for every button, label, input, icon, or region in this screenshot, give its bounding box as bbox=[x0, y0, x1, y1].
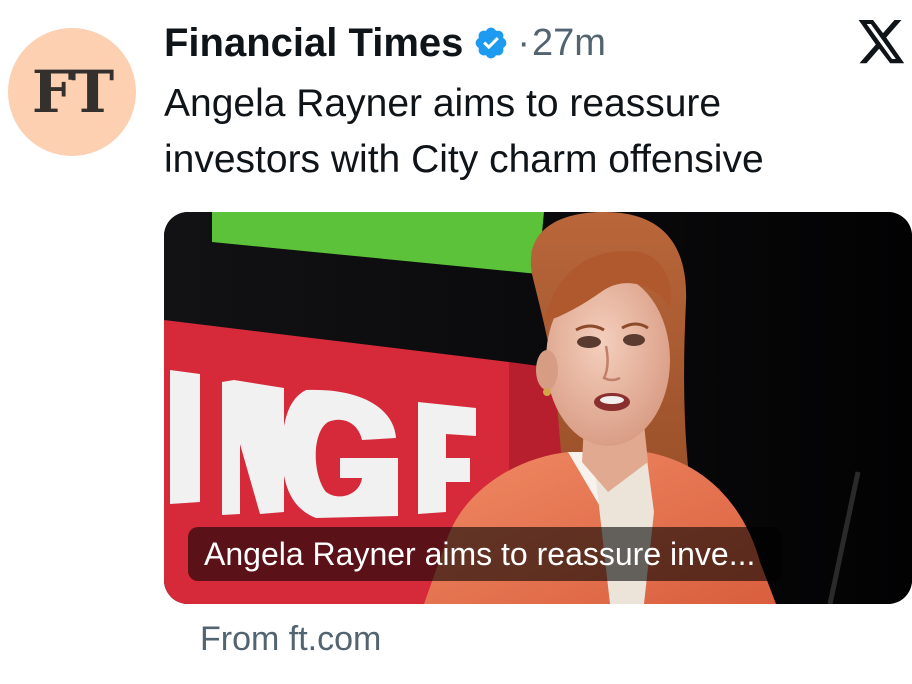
tweet-header: Financial Times · 27m bbox=[164, 16, 606, 70]
timestamp[interactable]: 27m bbox=[532, 22, 606, 65]
author-name[interactable]: Financial Times bbox=[164, 21, 463, 66]
link-card[interactable]: Angela Rayner aims to reassure inve... bbox=[164, 212, 912, 604]
card-source-link[interactable]: From ft.com bbox=[200, 620, 381, 659]
verified-badge-icon bbox=[476, 27, 507, 59]
avatar-logo-text: FT bbox=[31, 58, 114, 126]
avatar[interactable]: FT bbox=[8, 28, 136, 156]
tweet-text: Angela Rayner aims to reassure investors… bbox=[164, 82, 764, 181]
separator-dot: · bbox=[517, 21, 531, 64]
x-logo-icon bbox=[858, 20, 905, 64]
card-caption: Angela Rayner aims to reassure inve... bbox=[188, 527, 782, 581]
